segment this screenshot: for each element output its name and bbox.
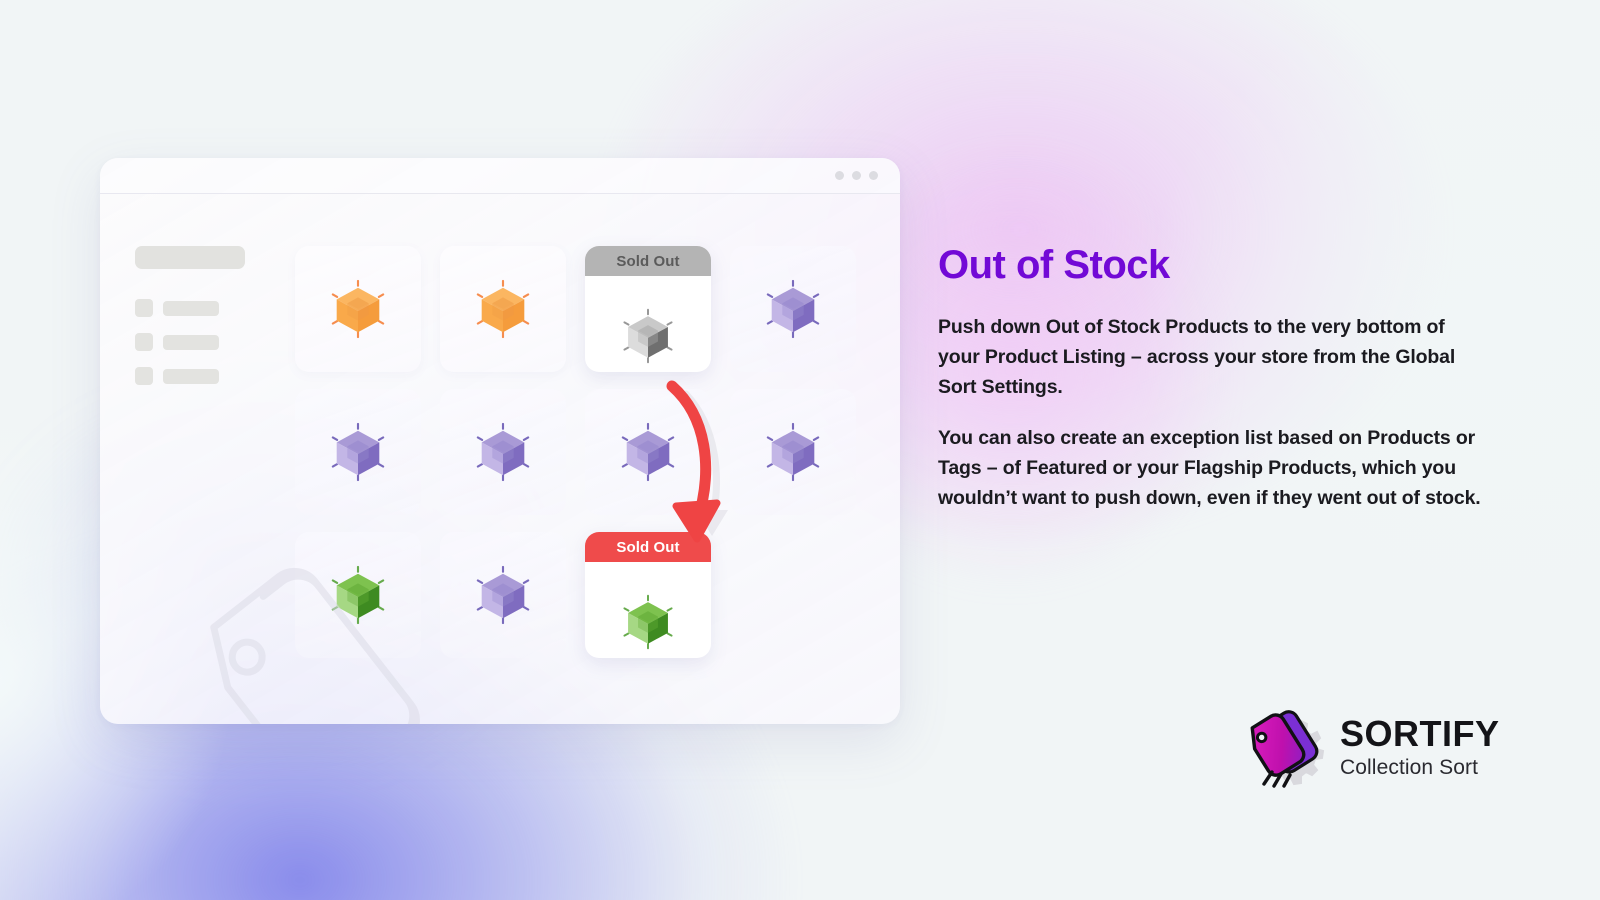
skeleton-label-placeholder — [163, 300, 219, 316]
skeleton-icon-placeholder — [135, 333, 153, 351]
product-card[interactable] — [730, 246, 856, 372]
window-body: Sold Out Sold Out — [100, 194, 900, 724]
window-dot-icon[interactable] — [835, 171, 844, 180]
product-card[interactable] — [295, 389, 421, 515]
page-title: Out of Stock — [938, 243, 1170, 287]
product-cube-icon — [476, 422, 530, 482]
product-card[interactable] — [730, 389, 856, 515]
skeleton-nav-row — [135, 299, 280, 317]
product-cube-icon — [331, 565, 385, 625]
product-thumbnail — [440, 246, 566, 372]
sold-out-badge: Sold Out — [585, 532, 711, 562]
product-card[interactable] — [295, 246, 421, 372]
window-controls — [835, 171, 878, 180]
skeleton-icon-placeholder — [135, 367, 153, 385]
brand-logo: SORTIFY Collection Sort — [1248, 706, 1500, 788]
product-card[interactable] — [295, 532, 421, 658]
product-thumbnail — [730, 389, 856, 515]
product-cube-icon — [766, 422, 820, 482]
skeleton-nav-row — [135, 333, 280, 351]
product-card[interactable]: Sold Out — [585, 246, 711, 372]
product-thumbnail — [585, 574, 711, 670]
product-card[interactable] — [440, 532, 566, 658]
product-thumbnail — [730, 246, 856, 372]
product-cube-icon — [331, 279, 385, 339]
window-dot-icon[interactable] — [869, 171, 878, 180]
description-paragraph-2: You can also create an exception list ba… — [938, 427, 1481, 510]
product-cube-icon — [476, 565, 530, 625]
skeleton-title-placeholder — [135, 246, 245, 269]
product-cube-icon — [476, 279, 530, 339]
product-thumbnail — [295, 389, 421, 515]
product-card[interactable]: Sold Out — [585, 532, 711, 658]
product-card[interactable] — [440, 389, 566, 515]
sold-out-badge: Sold Out — [585, 246, 711, 276]
brand-tagline: Collection Sort — [1340, 756, 1479, 779]
skeleton-label-placeholder — [163, 334, 219, 350]
product-cube-icon — [623, 594, 673, 650]
skeleton-nav-row — [135, 367, 280, 385]
product-thumbnail — [440, 532, 566, 658]
product-cube-icon — [766, 279, 820, 339]
sortify-tag-gear-icon — [1250, 710, 1325, 788]
description-paragraph-1: Push down Out of Stock Products to the v… — [938, 316, 1456, 398]
product-thumbnail — [440, 389, 566, 515]
product-thumbnail — [295, 246, 421, 372]
brand-text: SORTIFY Collection Sort — [1340, 713, 1500, 779]
product-card[interactable] — [585, 389, 711, 515]
window-titlebar — [100, 158, 900, 194]
product-grid: Sold Out Sold Out — [280, 194, 900, 724]
product-thumbnail — [585, 389, 711, 515]
product-cube-icon — [623, 308, 673, 364]
product-card[interactable] — [440, 246, 566, 372]
skeleton-label-placeholder — [163, 368, 219, 384]
skeleton-icon-placeholder — [135, 299, 153, 317]
product-card-empty-slot — [730, 532, 856, 658]
brand-name: SORTIFY — [1340, 713, 1500, 754]
app-window-mockup: Sold Out Sold Out — [100, 158, 900, 724]
product-cube-icon — [621, 422, 675, 482]
product-thumbnail — [585, 288, 711, 384]
window-dot-icon[interactable] — [852, 171, 861, 180]
product-thumbnail — [295, 532, 421, 658]
sidebar-skeleton — [100, 194, 280, 724]
product-cube-icon — [331, 422, 385, 482]
right-content-panel: Out of Stock Push down Out of Stock Prod… — [938, 243, 1483, 536]
